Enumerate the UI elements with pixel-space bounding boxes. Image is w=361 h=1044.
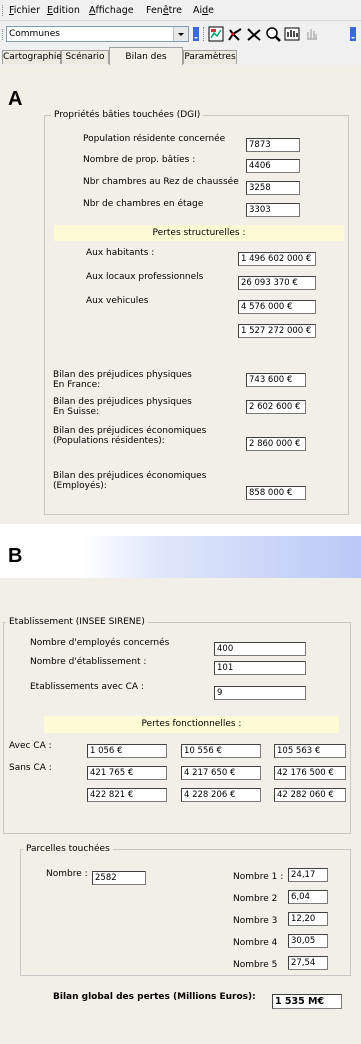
toolbar-grip <box>2 29 5 40</box>
field-nombre-etablissement[interactable]: 101 <box>214 661 306 675</box>
field-bilan-physiques-france[interactable]: 743 600 € <box>246 373 306 387</box>
label-bilan-physiques-suisse: Bilan des préjudices physiques En Suisse… <box>53 397 192 417</box>
menu-edition[interactable]: Edition <box>47 5 80 16</box>
tab-bilan-des-pertes[interactable]: Bilan des pertes <box>109 47 183 80</box>
field-nombre-3[interactable]: 12,20 <box>288 912 328 926</box>
label-aux-locaux: Aux locaux professionnels <box>86 272 204 282</box>
pertes-fonctionnelles-header: Pertes fonctionnelles : <box>44 716 339 733</box>
label-bilan-eco-populations: Bilan des préjudices économiques (Popula… <box>53 426 207 446</box>
menu-fenetre[interactable]: Fenêtre <box>146 5 182 16</box>
pertes-structurelles-header: Pertes structurelles : <box>54 225 344 241</box>
group-proprietes-baties <box>44 115 349 515</box>
field-total-1[interactable]: 422 821 € <box>87 788 167 802</box>
label-etablissements-ca: Etablissements avec CA : <box>30 682 144 692</box>
field-aux-habitants[interactable]: 1 496 602 000 € <box>238 252 316 266</box>
field-nombre-2[interactable]: 6,04 <box>288 890 328 904</box>
tab-scenario[interactable]: Scénario <box>61 50 109 64</box>
label-nombre-etablissement: Nombre d'établissement : <box>30 657 147 667</box>
field-bilan-eco-employes[interactable]: 858 000 € <box>246 486 306 500</box>
toolbar: Communes <box>0 21 361 47</box>
commune-combo[interactable]: Communes <box>6 26 189 42</box>
label-nombre-1: Nombre 1 : <box>233 872 284 882</box>
label-nombre-4: Nombre 4 <box>233 938 278 948</box>
label-bilan-physiques-france: Bilan des préjudices physiques En France… <box>53 370 192 390</box>
tab-cartographie[interactable]: Cartographie <box>2 50 62 64</box>
field-avec-ca-1[interactable]: 1 056 € <box>87 744 167 758</box>
field-sans-ca-1[interactable]: 421 765 € <box>87 766 167 780</box>
tab-parametres[interactable]: Paramètres <box>183 50 237 64</box>
group-etablissement-title: Etablissement (INSEE SIRENE) <box>6 617 148 628</box>
field-sans-ca-2[interactable]: 4 217 650 € <box>181 766 261 780</box>
field-aux-vehicules[interactable]: 4 576 000 € <box>238 300 316 314</box>
field-chambres-etage[interactable]: 3303 <box>246 203 300 217</box>
field-etablissements-ca[interactable]: 9 <box>214 686 306 700</box>
group-proprietes-baties-title: Propriétés bâties touchées (DGI) <box>51 110 204 121</box>
menu-fichier[interactable]: Fichier <box>9 5 40 16</box>
field-nombre-5[interactable]: 27,54 <box>288 956 328 970</box>
label-avec-ca: Avec CA : <box>9 741 52 751</box>
toolbar-overflow-icon-2[interactable] <box>350 27 356 41</box>
commune-combo-value: Communes <box>9 29 60 39</box>
menu-bar: Fichier Edition Affichage Fenêtre Aide <box>0 0 361 21</box>
label-nombre-5: Nombre 5 <box>233 960 278 970</box>
map-overview-icon[interactable] <box>208 26 224 42</box>
field-pertes-structurelles-total[interactable]: 1 527 272 000 € <box>238 324 316 338</box>
panel-b-marker: B <box>8 545 23 567</box>
zoom-window-icon[interactable] <box>265 26 281 42</box>
field-total-3[interactable]: 42 282 060 € <box>274 788 346 802</box>
field-nombre-employes[interactable]: 400 <box>214 642 306 656</box>
label-chambres-rez: Nbr chambres au Rez de chaussée <box>83 177 239 187</box>
field-bilan-eco-populations[interactable]: 2 860 000 € <box>246 437 306 451</box>
label-nombre-3: Nombre 3 <box>233 916 278 926</box>
panel-a-marker: A <box>8 88 23 110</box>
field-population-residente[interactable]: 7873 <box>246 138 300 152</box>
chevron-down-icon <box>178 33 184 36</box>
field-chambres-rez[interactable]: 3258 <box>246 181 300 195</box>
label-sans-ca: Sans CA : <box>9 763 52 773</box>
field-aux-locaux[interactable]: 26 093 370 € <box>238 276 316 290</box>
zoom-in-icon[interactable] <box>227 26 243 42</box>
label-aux-vehicules: Aux vehicules <box>86 296 149 306</box>
field-bilan-global[interactable]: 1 535 M€ <box>272 994 342 1009</box>
field-nombre-1[interactable]: 24,17 <box>288 868 328 882</box>
menu-aide[interactable]: Aide <box>193 5 214 16</box>
menu-grip <box>2 5 5 16</box>
field-sans-ca-3[interactable]: 42 176 500 € <box>274 766 346 780</box>
field-avec-ca-2[interactable]: 10 556 € <box>181 744 261 758</box>
label-chambres-etage: Nbr de chambres en étage <box>83 199 204 209</box>
panel-b-header-gradient <box>0 536 361 578</box>
label-bilan-global: Bilan global des pertes (Millions Euros)… <box>53 992 256 1002</box>
label-population-residente: Population résidente concernée <box>83 134 226 144</box>
toolbar-separator <box>203 27 206 41</box>
label-aux-habitants: Aux habitants : <box>86 248 155 258</box>
field-avec-ca-3[interactable]: 105 563 € <box>274 744 346 758</box>
field-nombre-4[interactable]: 30,05 <box>288 934 328 948</box>
label-nombre: Nombre : <box>46 869 88 879</box>
label-nombre-employes: Nombre d'employés concernés <box>30 638 170 648</box>
combo-dropdown-button[interactable] <box>173 27 188 41</box>
zoom-out-icon[interactable] <box>246 26 262 42</box>
pan-hand-icon[interactable] <box>284 26 300 42</box>
field-nombre-prop-baties[interactable]: 4406 <box>246 159 300 173</box>
group-parcelles-title: Parcelles touchées <box>23 844 113 855</box>
toolbar-overflow-icon[interactable] <box>193 27 199 41</box>
field-bilan-physiques-suisse[interactable]: 2 602 600 € <box>246 400 306 414</box>
label-nombre-prop-baties: Nombre de prop. bâties : <box>83 155 196 165</box>
label-bilan-eco-employes: Bilan des préjudices économiques (Employ… <box>53 471 207 491</box>
field-total-2[interactable]: 4 228 206 € <box>181 788 261 802</box>
label-nombre-2: Nombre 2 <box>233 894 278 904</box>
menu-affichage[interactable]: Affichage <box>89 5 134 16</box>
pan-hand-disabled-icon[interactable] <box>303 26 319 42</box>
field-nombre[interactable]: 2582 <box>92 871 146 885</box>
